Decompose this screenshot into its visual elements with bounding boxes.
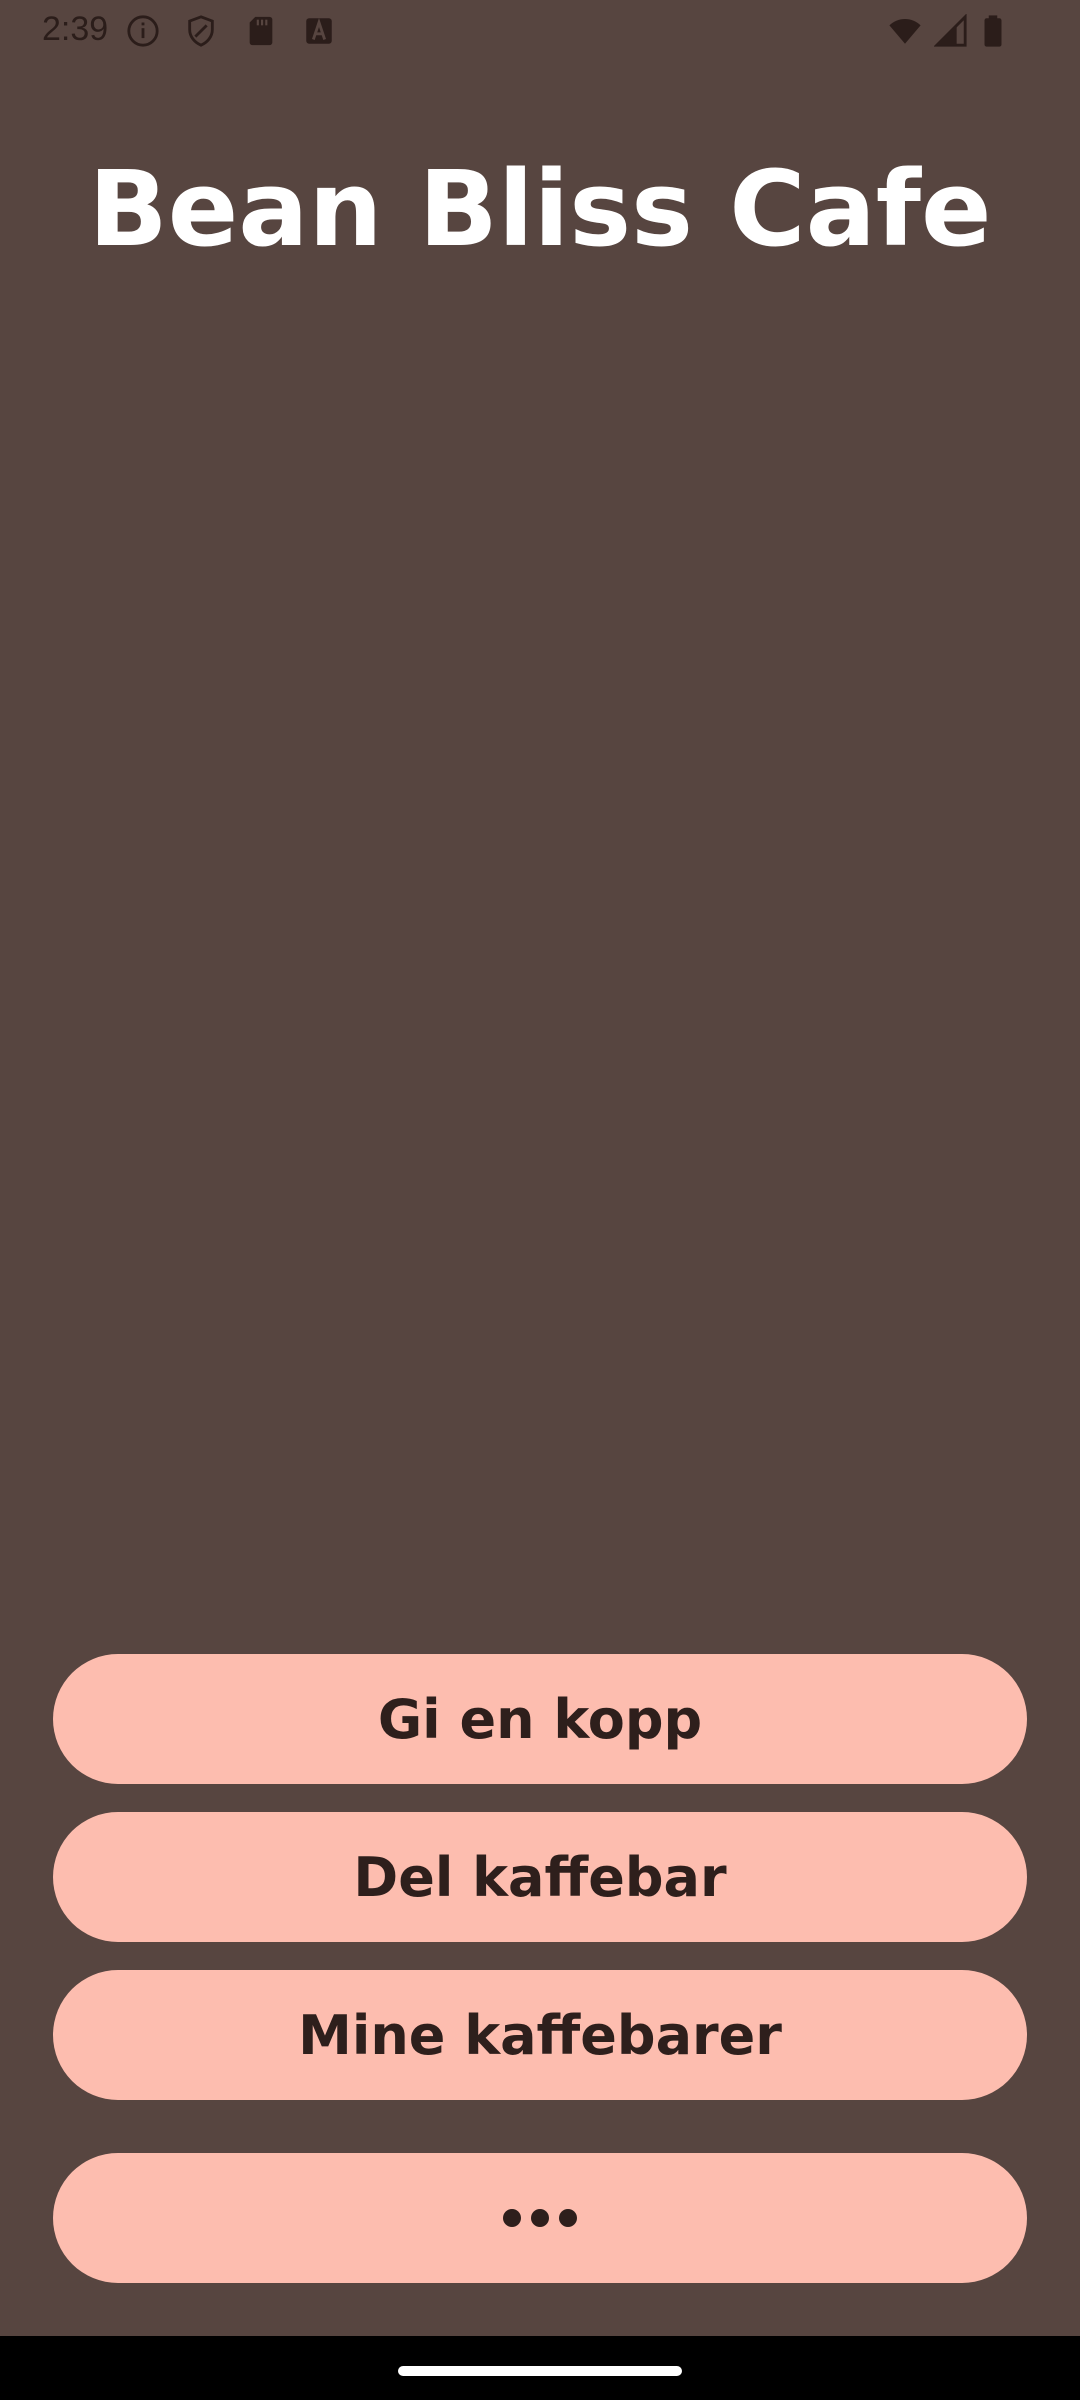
give-cup-button[interactable]: Gi en kopp (53, 1654, 1027, 1784)
more-icon (503, 2209, 577, 2227)
sd-card-icon (244, 14, 278, 48)
home-gesture-handle[interactable] (398, 2366, 682, 2376)
signal-icon (934, 14, 968, 48)
shield-icon (184, 14, 218, 48)
status-bar: 2:39 (0, 0, 1080, 62)
info-icon (126, 14, 160, 48)
app-title: Bean Bliss Cafe (88, 148, 992, 270)
a-icon (302, 14, 336, 48)
wifi-icon (888, 14, 922, 48)
navigation-bar (0, 2336, 1080, 2400)
my-cafes-label: Mine kaffebarer (298, 2003, 782, 2067)
share-cafe-button[interactable]: Del kaffebar (53, 1812, 1027, 1942)
app-screen: 2:39 Bean Bliss Cafe Gi en kopp Del kaff… (0, 0, 1080, 2336)
more-button[interactable] (53, 2153, 1027, 2283)
status-time: 2:39 (42, 10, 109, 48)
share-cafe-label: Del kaffebar (353, 1845, 727, 1909)
my-cafes-button[interactable]: Mine kaffebarer (53, 1970, 1027, 2100)
battery-icon (976, 14, 1010, 48)
give-cup-label: Gi en kopp (377, 1687, 703, 1751)
